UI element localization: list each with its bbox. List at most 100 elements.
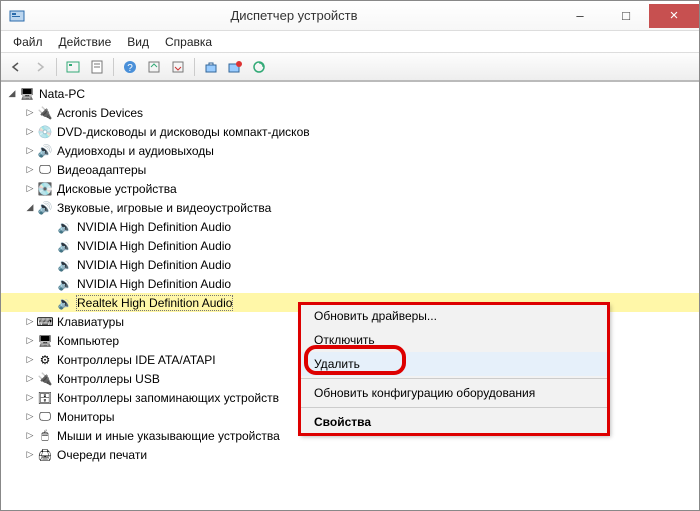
tree-item-label: Контроллеры запоминающих устройств bbox=[57, 391, 279, 405]
tree-item-label: Мыши и иные указывающие устройства bbox=[57, 429, 280, 443]
expander-icon[interactable]: ▷ bbox=[23, 126, 37, 137]
tree-item-label: NVIDIA High Definition Audio bbox=[77, 220, 231, 234]
tree-item-13[interactable]: ▷🖨 Очереди печати bbox=[1, 445, 699, 464]
expander-icon[interactable]: ▷ bbox=[23, 449, 37, 460]
tree-item-label: Компьютер bbox=[57, 334, 119, 348]
mouse-icon: 🖱 bbox=[37, 428, 53, 444]
tree-item-label: Звуковые, игровые и видеоустройства bbox=[57, 201, 271, 215]
titlebar: Диспетчер устройств – □ × bbox=[1, 1, 699, 31]
menubar: Файл Действие Вид Справка bbox=[1, 31, 699, 53]
window-title: Диспетчер устройств bbox=[31, 8, 557, 23]
properties-button[interactable] bbox=[86, 56, 108, 78]
tree-item-5[interactable]: ◢🔊Звуковые, игровые и видеоустройства bbox=[1, 198, 699, 217]
ctx-separator bbox=[300, 378, 608, 379]
keyboard-icon: ⌨ bbox=[37, 314, 53, 330]
tree-item-5-1[interactable]: 🔉 NVIDIA High Definition Audio bbox=[1, 236, 699, 255]
expander-icon[interactable]: ▷ bbox=[23, 335, 37, 346]
tree-item-label: Мониторы bbox=[57, 410, 114, 424]
audio-dev-icon: 🔉 bbox=[57, 276, 73, 292]
ctx-disable[interactable]: Отключить bbox=[300, 328, 608, 352]
disc-icon: 💿 bbox=[37, 124, 53, 140]
help-button[interactable]: ? bbox=[119, 56, 141, 78]
tree-item-3[interactable]: ▷🖵 Видеоадаптеры bbox=[1, 160, 699, 179]
expander-icon[interactable]: ▷ bbox=[23, 183, 37, 194]
audio-dev-icon: 🔉 bbox=[57, 219, 73, 235]
tree-item-label: Дисковые устройства bbox=[57, 182, 177, 196]
menu-view[interactable]: Вид bbox=[119, 33, 157, 51]
expander-icon[interactable]: ▷ bbox=[23, 430, 37, 441]
toolbar-separator bbox=[113, 58, 114, 76]
menu-file[interactable]: Файл bbox=[5, 33, 51, 51]
tree-item-label: Nata-PC bbox=[39, 87, 85, 101]
tree-item-4[interactable]: ▷💽 Дисковые устройства bbox=[1, 179, 699, 198]
ctx-scan-hardware[interactable]: Обновить конфигурацию оборудования bbox=[300, 381, 608, 405]
scan-hardware-button[interactable] bbox=[224, 56, 246, 78]
tree-item-label: NVIDIA High Definition Audio bbox=[77, 258, 231, 272]
expander-icon[interactable]: ▷ bbox=[23, 164, 37, 175]
tree-item-5-3[interactable]: 🔉NVIDIA High Definition Audio bbox=[1, 274, 699, 293]
tree-item-5-0[interactable]: 🔉 NVIDIA High Definition Audio bbox=[1, 217, 699, 236]
expander-icon[interactable]: ▷ bbox=[23, 392, 37, 403]
tree-item-0[interactable]: ▷🔌 Acronis Devices bbox=[1, 103, 699, 122]
audio-icon: 🔊 bbox=[37, 143, 53, 159]
computer-icon: 🖥 bbox=[37, 333, 53, 349]
tree-item-label: Клавиатуры bbox=[57, 315, 124, 329]
toolbar-separator bbox=[56, 58, 57, 76]
tree-item-label: NVIDIA High Definition Audio bbox=[77, 239, 231, 253]
expander-icon[interactable]: ▷ bbox=[23, 411, 37, 422]
action-button[interactable] bbox=[248, 56, 270, 78]
expander-icon[interactable]: ◢ bbox=[5, 88, 19, 99]
device-tree[interactable]: ◢🖥Nata-PC▷🔌Acronis Devices▷💿DVD-дисковод… bbox=[1, 81, 699, 510]
expander-icon[interactable]: ▷ bbox=[23, 316, 37, 327]
minimize-button[interactable]: – bbox=[557, 4, 603, 28]
tree-item-2[interactable]: ▷🔊 Аудиовходы и аудиовыходы bbox=[1, 141, 699, 160]
disk-icon: 💽 bbox=[37, 181, 53, 197]
tree-item-label: Аудиовходы и аудиовыходы bbox=[57, 144, 214, 158]
expander-icon[interactable]: ▷ bbox=[23, 354, 37, 365]
forward-button[interactable] bbox=[29, 56, 51, 78]
ctx-update-drivers[interactable]: Обновить драйверы... bbox=[300, 304, 608, 328]
tree-item-label: DVD-дисководы и дисководы компакт-дисков bbox=[57, 125, 310, 139]
app-icon bbox=[9, 8, 25, 24]
toolbar-separator bbox=[194, 58, 195, 76]
context-menu: Обновить драйверы... Отключить Удалить О… bbox=[299, 303, 609, 435]
tree-item-label: Очереди печати bbox=[57, 448, 147, 462]
computer-icon: 🖥 bbox=[19, 86, 35, 102]
ctx-properties[interactable]: Свойства bbox=[300, 410, 608, 434]
ide-icon: ⚙ bbox=[37, 352, 53, 368]
ctx-separator bbox=[300, 407, 608, 408]
back-button[interactable] bbox=[5, 56, 27, 78]
audio-dev-icon: 🔉 bbox=[57, 295, 73, 311]
expander-icon[interactable]: ▷ bbox=[23, 107, 37, 118]
tree-item-label: Acronis Devices bbox=[57, 106, 143, 120]
maximize-button[interactable]: □ bbox=[603, 4, 649, 28]
disable-button[interactable] bbox=[167, 56, 189, 78]
audio-dev-icon: 🔉 bbox=[57, 238, 73, 254]
tree-item-5-2[interactable]: 🔉 NVIDIA High Definition Audio bbox=[1, 255, 699, 274]
display-icon: 🖵 bbox=[37, 162, 53, 178]
close-button[interactable]: × bbox=[649, 4, 699, 28]
tree-item-label: Контроллеры IDE ATA/ATAPI bbox=[57, 353, 216, 367]
monitor-icon: 🖵 bbox=[37, 409, 53, 425]
toolbar: ? bbox=[1, 53, 699, 81]
device-icon: 🔌 bbox=[37, 105, 53, 121]
audio-dev-icon: 🔉 bbox=[57, 257, 73, 273]
storage-icon: 🗄 bbox=[37, 390, 53, 406]
expander-icon[interactable]: ▷ bbox=[23, 145, 37, 156]
update-driver-button[interactable] bbox=[143, 56, 165, 78]
tree-item-label: Realtek High Definition Audio bbox=[77, 296, 232, 310]
menu-action[interactable]: Действие bbox=[51, 33, 120, 51]
svg-text:?: ? bbox=[127, 63, 133, 74]
expander-icon[interactable]: ◢ bbox=[23, 202, 37, 213]
tree-item-label: Видеоадаптеры bbox=[57, 163, 146, 177]
tree-item-root[interactable]: ◢🖥 Nata-PC bbox=[1, 84, 699, 103]
show-console-button[interactable] bbox=[62, 56, 84, 78]
expander-icon[interactable]: ▷ bbox=[23, 373, 37, 384]
printer-icon: 🖨 bbox=[37, 447, 53, 463]
tree-item-1[interactable]: ▷💿 DVD-дисководы и дисководы компакт-диск… bbox=[1, 122, 699, 141]
uninstall-button[interactable] bbox=[200, 56, 222, 78]
menu-help[interactable]: Справка bbox=[157, 33, 220, 51]
ctx-delete[interactable]: Удалить bbox=[300, 352, 608, 376]
usb-icon: 🔌 bbox=[37, 371, 53, 387]
tree-item-label: Контроллеры USB bbox=[57, 372, 160, 386]
